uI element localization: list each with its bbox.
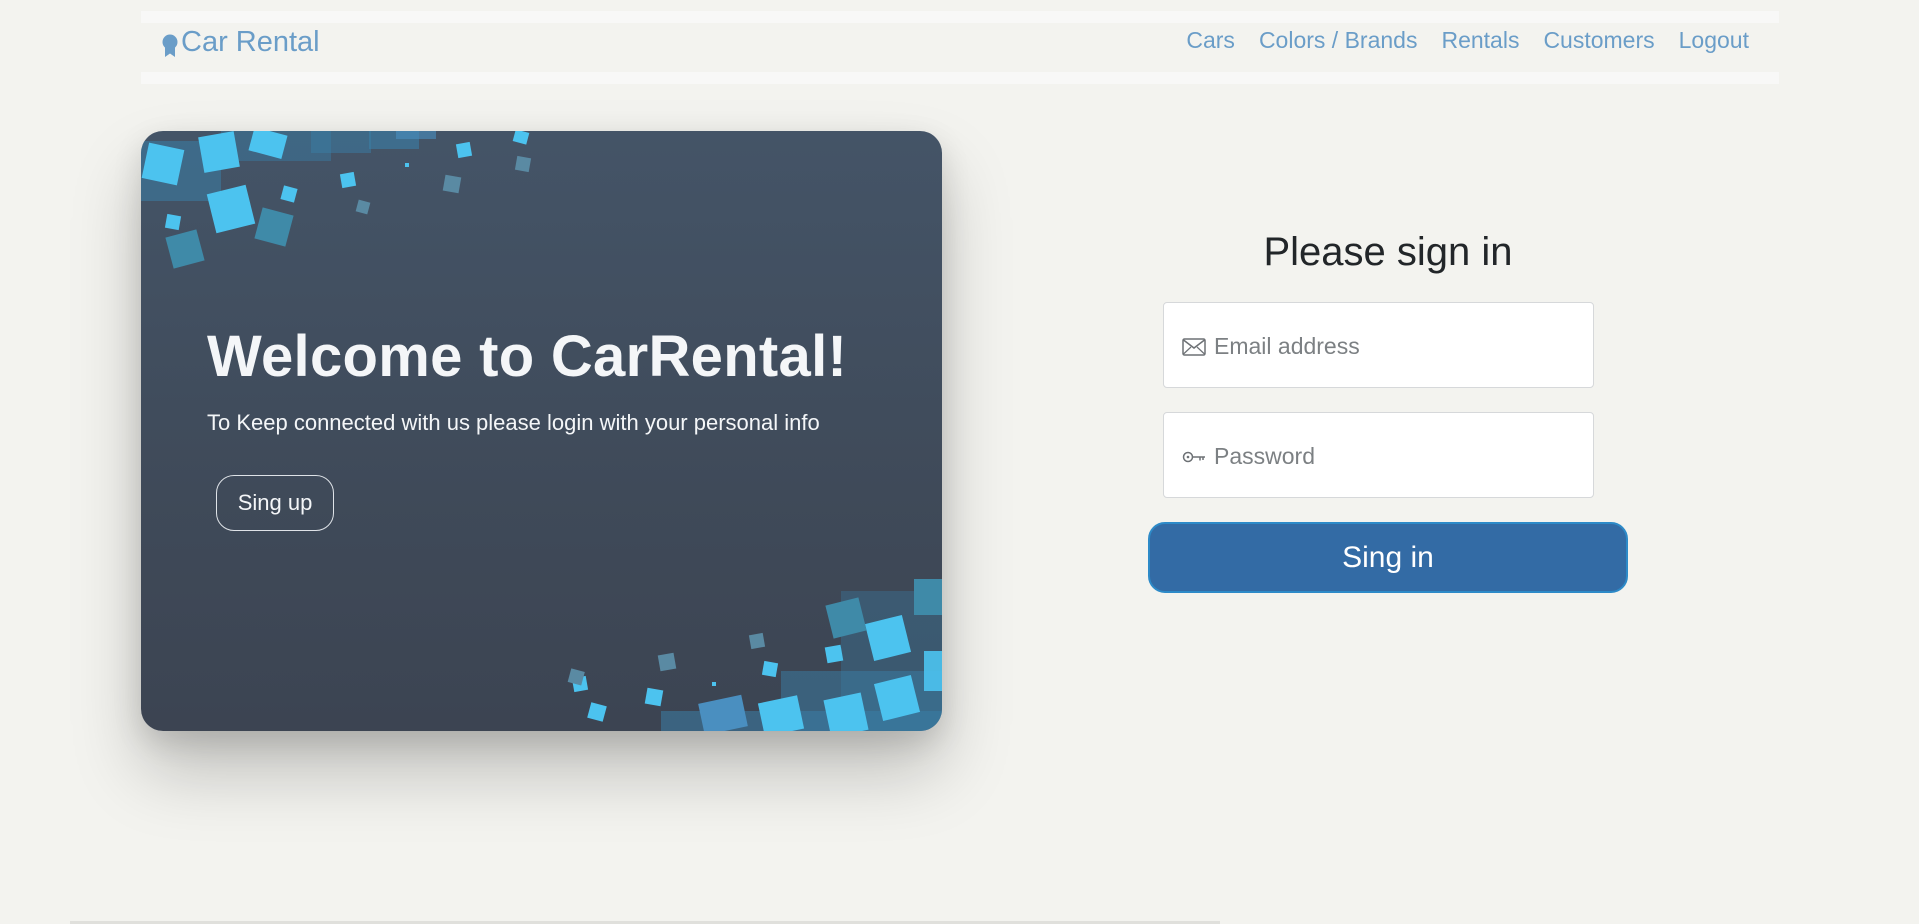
top-navbar: Car Rental Cars Colors / Brands Rentals … bbox=[141, 11, 1779, 84]
password-input[interactable] bbox=[1212, 413, 1586, 499]
nav-link-customers[interactable]: Customers bbox=[1543, 27, 1654, 54]
award-icon bbox=[162, 34, 178, 57]
brand-link[interactable]: Car Rental bbox=[161, 26, 320, 59]
signin-title: Please sign in bbox=[1263, 230, 1513, 274]
nav-link-cars[interactable]: Cars bbox=[1186, 27, 1235, 54]
nav-link-rentals[interactable]: Rentals bbox=[1441, 27, 1519, 54]
welcome-subtitle: To Keep connected with us please login w… bbox=[207, 410, 820, 435]
welcome-card: Welcome to CarRental! To Keep connected … bbox=[141, 131, 942, 731]
brand-label: Car Rental bbox=[181, 26, 320, 58]
nav-links: Cars Colors / Brands Rentals Customers L… bbox=[1186, 27, 1749, 54]
signin-form: Please sign in Sing in bbox=[1148, 230, 1628, 593]
nav-link-colors-brands[interactable]: Colors / Brands bbox=[1259, 27, 1418, 54]
nav-link-logout[interactable]: Logout bbox=[1679, 27, 1749, 54]
signin-button[interactable]: Sing in bbox=[1148, 522, 1628, 593]
password-field-wrapper bbox=[1163, 412, 1594, 499]
envelope-icon bbox=[1182, 338, 1206, 356]
signup-button[interactable]: Sing up bbox=[216, 475, 334, 531]
email-field-wrapper bbox=[1163, 302, 1594, 389]
welcome-title: Welcome to CarRental! bbox=[207, 324, 848, 389]
email-input[interactable] bbox=[1212, 303, 1586, 389]
key-icon bbox=[1182, 451, 1205, 463]
